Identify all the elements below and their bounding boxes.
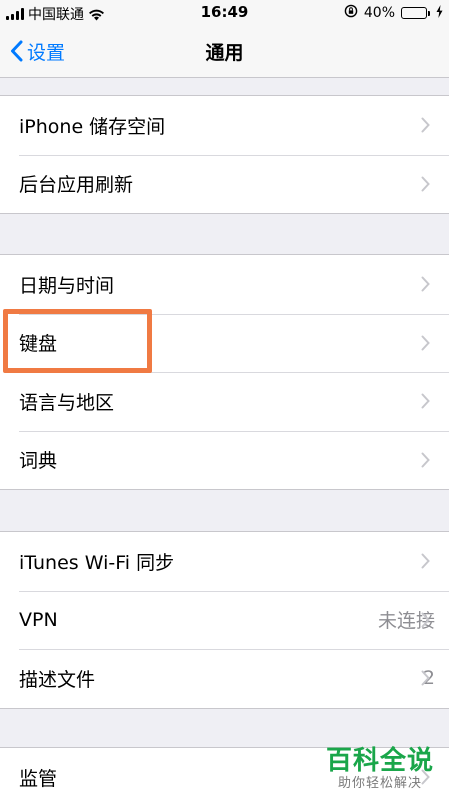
carrier-name: 中国联通: [28, 7, 84, 23]
watermark-subtitle: 助你轻松解决: [337, 776, 422, 791]
chevron-right-icon: [421, 452, 430, 468]
chevron-right-icon: [421, 276, 430, 292]
chevron-right-icon: [421, 393, 430, 409]
row-language-region[interactable]: 语言与地区: [0, 372, 449, 431]
row-background-refresh[interactable]: 后台应用刷新: [0, 154, 449, 214]
row-label: 语言与地区: [19, 391, 115, 414]
row-profiles[interactable]: 描述文件 2: [0, 649, 449, 708]
row-vpn[interactable]: VPN 未连接: [0, 590, 449, 650]
row-itunes-wifi-sync[interactable]: iTunes Wi-Fi 同步: [0, 532, 449, 591]
row-dictionary[interactable]: 词典: [0, 430, 449, 490]
battery-percent: 40%: [363, 5, 395, 21]
watermark-title: 百科全说: [325, 746, 434, 776]
back-button-label: 设置: [27, 41, 66, 64]
chevron-right-icon: [421, 553, 430, 569]
status-bar: 中国联通 16:49 40%: [0, 0, 449, 26]
charging-bolt-icon: [436, 4, 443, 22]
chevron-right-icon: [421, 612, 430, 628]
back-button[interactable]: 设置: [10, 36, 65, 66]
row-label: 后台应用刷新: [19, 174, 134, 197]
orientation-lock-icon: [344, 4, 358, 22]
watermark: 百科全说 助你轻松解决: [321, 746, 439, 792]
navigation-bar: 设置 通用: [0, 26, 449, 78]
chevron-right-icon: [421, 117, 430, 133]
battery-icon: [401, 7, 430, 19]
wifi-icon: [88, 8, 105, 21]
row-label: VPN: [19, 608, 58, 631]
row-iphone-storage[interactable]: iPhone 储存空间: [0, 96, 449, 155]
row-label: iPhone 储存空间: [19, 115, 166, 138]
row-label: 描述文件: [19, 668, 96, 691]
settings-group-sync: iTunes Wi-Fi 同步 VPN 未连接 描述文件 2: [0, 531, 449, 709]
keyboard-highlight-box: [3, 309, 152, 373]
settings-group-storage: iPhone 储存空间 后台应用刷新: [0, 95, 449, 214]
row-label: iTunes Wi-Fi 同步: [19, 551, 175, 574]
status-left: 中国联通: [6, 4, 105, 24]
cellular-signal-icon: [6, 8, 24, 20]
chevron-right-icon: [421, 335, 430, 351]
status-right: 40%: [344, 4, 443, 22]
page-title: 通用: [205, 42, 244, 64]
chevron-right-icon: [421, 670, 430, 686]
chevron-left-icon: [11, 40, 23, 62]
row-label: 日期与时间: [19, 274, 115, 297]
chevron-right-icon: [421, 176, 430, 192]
row-date-time[interactable]: 日期与时间: [0, 255, 449, 314]
row-label: 词典: [19, 450, 58, 473]
